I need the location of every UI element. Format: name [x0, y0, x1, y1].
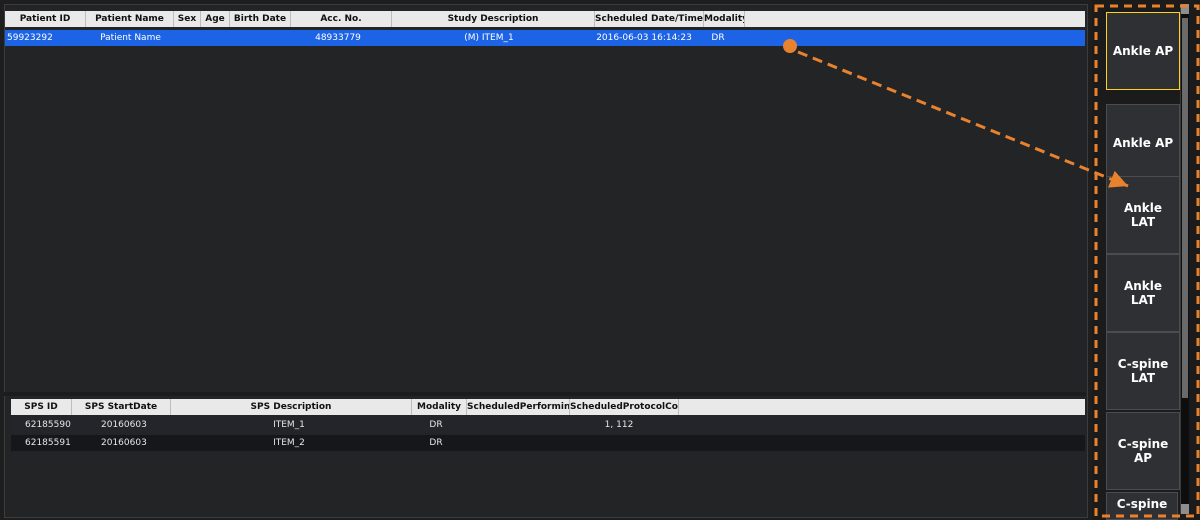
cell-patient-name: Patient Name [100, 33, 161, 43]
protocol-tile[interactable]: Ankle AP [1106, 12, 1180, 90]
protocol-panel: Ankle AP Ankle AP Ankle LAT Ankle LAT C-… [1092, 0, 1200, 520]
split-bar[interactable] [4, 392, 1086, 396]
cell-scheduled-datetime: 2016-06-03 16:14:23 [596, 33, 692, 43]
scroll-up-icon[interactable] [1181, 4, 1189, 14]
protocol-scrollbar[interactable] [1180, 4, 1189, 514]
protocol-tile[interactable]: C-spine LAT [1106, 332, 1180, 410]
header-filler [679, 399, 1085, 415]
col-patient-id[interactable]: Patient ID [5, 11, 86, 27]
sps-rows: 62185590 20160603 ITEM_1 DR 1, 112 62185… [11, 417, 1085, 451]
col-age[interactable]: Age [201, 11, 230, 27]
cell-sps-protocol-code: 1, 112 [604, 420, 634, 430]
cell-sps-description: ITEM_1 [273, 420, 305, 430]
col-study-description[interactable]: Study Description [392, 11, 595, 27]
cell-sps-startdate: 20160603 [101, 438, 147, 448]
col-sex[interactable]: Sex [174, 11, 201, 27]
col-sps-performing-physician[interactable]: ScheduledPerformingPh... [467, 399, 570, 415]
sps-header: SPS ID SPS StartDate SPS Description Mod… [11, 399, 1085, 415]
worklist-rows: 59923292 Patient Name 48933779 (M) ITEM_… [5, 30, 1085, 46]
cell-study-description: (M) ITEM_1 [464, 33, 514, 43]
cell-sps-id: 62185590 [25, 420, 71, 430]
cell-sps-id: 62185591 [25, 438, 71, 448]
worklist-header: Patient ID Patient Name Sex Age Birth Da… [5, 11, 1085, 27]
col-sps-description[interactable]: SPS Description [171, 399, 412, 415]
protocol-tile[interactable]: Ankle LAT [1106, 176, 1180, 254]
col-modality[interactable]: Modality [704, 11, 745, 27]
table-row[interactable]: 59923292 Patient Name 48933779 (M) ITEM_… [5, 30, 1085, 46]
scroll-down-icon[interactable] [1181, 504, 1189, 514]
col-birth-date[interactable]: Birth Date [230, 11, 291, 27]
protocol-tile[interactable]: Ankle LAT [1106, 254, 1180, 332]
col-acc-no[interactable]: Acc. No. [291, 11, 392, 27]
table-row[interactable]: 62185591 20160603 ITEM_2 DR [11, 435, 1085, 451]
col-sps-modality[interactable]: Modality [412, 399, 467, 415]
cell-sps-startdate: 20160603 [101, 420, 147, 430]
col-sps-id[interactable]: SPS ID [11, 399, 72, 415]
col-scheduled-datetime[interactable]: Scheduled Date/Time [595, 11, 704, 27]
col-patient-name[interactable]: Patient Name [86, 11, 174, 27]
protocol-tile[interactable]: C-spine [1106, 492, 1178, 520]
cell-acc-no: 48933779 [315, 33, 361, 43]
cell-sps-description: ITEM_2 [273, 438, 305, 448]
header-filler [745, 11, 1085, 27]
protocol-tile[interactable]: C-spine AP [1106, 412, 1180, 490]
cell-modality: DR [711, 33, 725, 43]
table-row[interactable]: 62185590 20160603 ITEM_1 DR 1, 112 [11, 417, 1085, 433]
cell-sps-modality: DR [429, 438, 443, 448]
scroll-thumb[interactable] [1182, 18, 1188, 398]
cell-patient-id: 59923292 [7, 33, 53, 43]
cell-sps-modality: DR [429, 420, 443, 430]
protocol-tile[interactable]: Ankle AP [1106, 104, 1180, 182]
col-sps-protocol-code[interactable]: ScheduledProtocolCode... [570, 399, 679, 415]
col-sps-startdate[interactable]: SPS StartDate [72, 399, 171, 415]
